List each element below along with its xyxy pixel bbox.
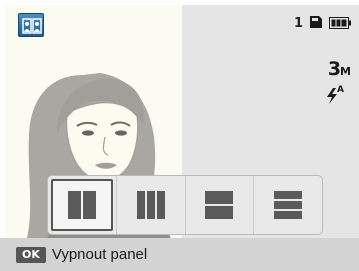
split-two-horizontal-icon xyxy=(205,191,234,219)
split-style-panel xyxy=(47,175,323,235)
turn-off-panel-label: Vypnout panel xyxy=(51,246,148,263)
status-indicators: 1 xyxy=(294,14,351,32)
remaining-shots-count: 1 xyxy=(293,15,303,31)
image-resolution: 3M xyxy=(328,60,351,79)
split-option-two-vertical[interactable] xyxy=(48,176,116,234)
ok-key-icon[interactable]: OK xyxy=(16,246,46,263)
resolution-value: 3 xyxy=(327,58,341,80)
split-option-three-horizontal[interactable] xyxy=(253,176,322,234)
split-three-vertical-icon xyxy=(136,191,165,219)
resolution-unit: M xyxy=(340,65,351,78)
footer-bar: OK Vypnout panel xyxy=(0,238,359,271)
split-two-vertical-icon xyxy=(67,191,96,219)
split-three-horizontal-icon xyxy=(274,191,303,219)
panorama-split-mode-icon xyxy=(18,13,44,37)
battery-full-icon xyxy=(329,14,351,33)
split-option-three-vertical[interactable] xyxy=(115,176,185,234)
flash-auto-icon: A xyxy=(325,85,349,109)
split-option-two-horizontal[interactable] xyxy=(184,176,254,234)
flash-mode-label: A xyxy=(337,85,344,95)
memory-card-icon xyxy=(309,14,323,33)
camera-screen: 1 3M A OK Vypnout panel xyxy=(0,0,359,271)
